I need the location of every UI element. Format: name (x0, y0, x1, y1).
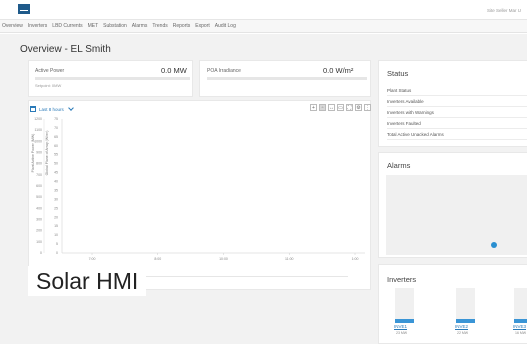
y-right-tick-label: 35 (54, 188, 58, 192)
poa-bar (207, 77, 367, 80)
y-right-tick-label: 10 (54, 233, 58, 237)
y-right-tick-label: 50 (54, 162, 58, 166)
inverter-bar-fill (456, 319, 475, 323)
y-right-tick-label: 60 (54, 144, 58, 148)
y-right-tick-label: 55 (54, 153, 58, 157)
y-left-tick-label: 300 (36, 218, 42, 222)
y-right-tick-label: 25 (54, 206, 58, 210)
alarm-indicator-dot[interactable] (491, 242, 497, 248)
inverter-power: 16 MW (515, 331, 527, 335)
y-left-tick-label: 800 (36, 162, 42, 166)
nav-item-audit-log[interactable]: Audit Log (215, 23, 236, 29)
y-left-tick-label: 600 (36, 184, 42, 188)
y-right-tick-label: 75 (54, 117, 58, 121)
zoom-select-icon[interactable]: ▫ (319, 104, 326, 111)
x-tick-label: 10:00 (219, 257, 228, 261)
y-left-tick-label: 400 (36, 206, 42, 210)
nav-item-met[interactable]: MET (88, 23, 99, 29)
nav-item-trends[interactable]: Trends (152, 23, 167, 29)
fit-icon[interactable]: ▭ (337, 104, 344, 111)
y-right-tick-label: 30 (54, 197, 58, 201)
gear-icon[interactable]: ⚙ (355, 104, 362, 111)
time-range-selector[interactable]: Last 8 hours (30, 105, 74, 112)
nav-item-reports[interactable]: Reports (173, 23, 191, 29)
nav-item-inverters[interactable]: Inverters (28, 23, 47, 29)
nav-item-alarms[interactable]: Alarms (132, 23, 148, 29)
y-left-tick-label: 900 (36, 151, 42, 155)
poa-value: 0.0 W/m² (323, 66, 354, 75)
nav-item-export[interactable]: Export (195, 23, 209, 29)
inverter-power: 22 MW (457, 331, 469, 335)
y-right-tick-label: 0 (56, 251, 58, 255)
overlay-caption: Solar HMI (28, 266, 147, 297)
status-row-inverters-warnings: Inverters with Warnings (387, 107, 527, 118)
active-power-value: 0.0 MW (161, 66, 187, 75)
status-panel: Status Plant Status Inverters Available … (378, 60, 527, 147)
y-left-tick-label: 0 (40, 251, 42, 255)
y-left-tick-label: 500 (36, 195, 42, 199)
y-left-tick-label: 700 (36, 173, 42, 177)
inverter-power: 23 MW (396, 331, 408, 335)
y-right-tick-label: 70 (54, 126, 58, 130)
status-title: Status (387, 69, 409, 78)
y-right-tick-label: 20 (54, 215, 58, 219)
y-right-tick-label: 40 (54, 180, 58, 184)
poa-label: POA Irradiance (207, 68, 241, 74)
status-row-plant-status: Plant Status (387, 85, 527, 96)
x-tick-label: 7:00 (89, 257, 96, 261)
zoom-in-icon[interactable]: + (310, 104, 317, 111)
active-power-setpoint: Setpoint: 0MW (35, 83, 62, 88)
y-left-tick-label: 1100 (34, 128, 42, 132)
status-row-unacked-alarms: Total Active Unacked Alarms (387, 129, 527, 140)
y-left-tick-label: 100 (36, 240, 42, 244)
main-nav: Overview Inverters LBD Currents MET Subs… (0, 20, 527, 33)
calendar-icon (30, 106, 36, 112)
y-left-tick-label: 1200 (34, 117, 42, 121)
inverter-bar[interactable] (456, 288, 475, 323)
y-right-tick-label: 5 (56, 242, 58, 246)
inverter-bar-fill (514, 319, 527, 323)
x-tick-label: 1:00 (352, 257, 359, 261)
y-left-tick-label: 1000 (34, 139, 42, 143)
y-right-tick-label: 15 (54, 224, 58, 228)
hmi-screen: Site Seller Mar U Overview Inverters LBD… (0, 0, 527, 344)
trend-chart[interactable]: Plant Active Power (MW) Global Plane of A… (30, 113, 370, 273)
chevron-down-icon (67, 105, 74, 111)
pan-icon[interactable]: ↔ (328, 104, 335, 111)
inverter-bar[interactable] (514, 288, 527, 323)
y-right-tick-label: 45 (54, 171, 58, 175)
top-header: Site Seller Mar U (0, 0, 527, 20)
inverter-name-link[interactable]: INVE1 (394, 324, 407, 329)
nav-item-overview[interactable]: Overview (2, 23, 23, 29)
status-row-inverters-available: Inverters Available (387, 96, 527, 107)
chart-toolbar: + ▫ ↔ ▭ ⛶ ⚙ ⋮ (310, 104, 371, 111)
inverters-title: Inverters (387, 275, 417, 284)
alarms-title: Alarms (387, 161, 411, 170)
more-icon[interactable]: ⋮ (364, 104, 371, 111)
active-power-label: Active Power (35, 68, 65, 74)
x-tick-label: 11:00 (285, 257, 294, 261)
inverter-name-link[interactable]: INVE3 (513, 324, 526, 329)
fullscreen-icon[interactable]: ⛶ (346, 104, 353, 111)
y-left-tick-label: 200 (36, 229, 42, 233)
y-right-tick-label: 65 (54, 135, 58, 139)
inverter-name-link[interactable]: INVE2 (455, 324, 468, 329)
y-axis-right-title: Global Plane of Array (W/m²) (45, 131, 49, 176)
alarms-list[interactable] (386, 175, 527, 255)
nav-item-lbd-currents[interactable]: LBD Currents (52, 23, 82, 29)
user-name[interactable]: Site Seller Mar U (487, 8, 521, 13)
time-range-label: Last 8 hours (39, 106, 64, 112)
active-power-bar (35, 77, 190, 80)
inverter-bar[interactable] (395, 288, 414, 323)
nav-item-substation[interactable]: Substation (103, 23, 127, 29)
inverter-bar-fill (395, 319, 414, 323)
page-title: Overview - EL Smith (20, 44, 111, 55)
status-row-inverters-faulted: Inverters Faulted (387, 118, 527, 129)
company-logo[interactable] (18, 4, 30, 14)
x-tick-label: 8:00 (154, 257, 161, 261)
